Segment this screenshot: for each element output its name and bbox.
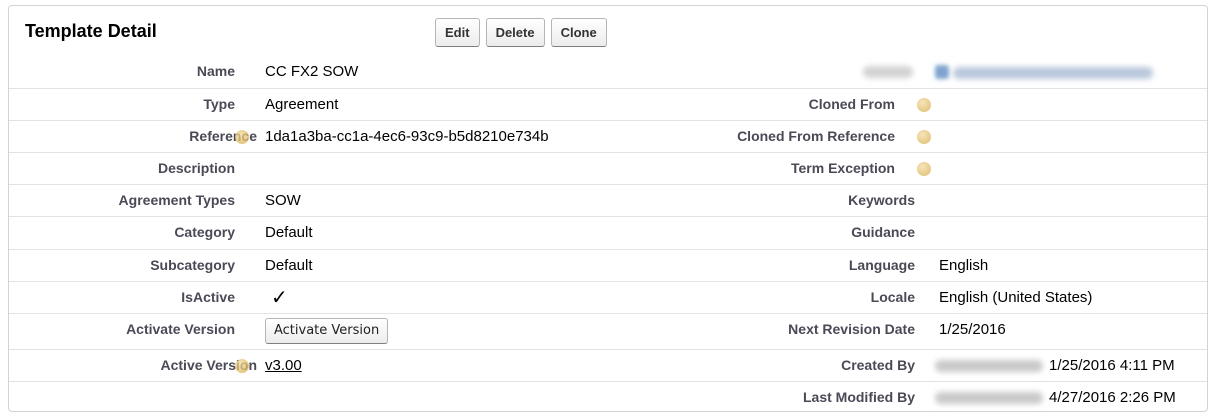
agreement-types-label: Agreement Types: [118, 192, 235, 209]
term-exception-label: Term Exception: [791, 160, 895, 177]
field-row-category: Category Default Guidance: [9, 216, 1207, 248]
isactive-label: IsActive: [181, 288, 235, 305]
help-icon[interactable]: [917, 130, 931, 145]
active-version-link[interactable]: v3.00: [265, 357, 302, 374]
redacted-value: [953, 67, 1153, 79]
activate-version-label: Activate Version: [126, 320, 235, 337]
template-detail-panel: Template Detail Edit Delete Clone Name C…: [8, 5, 1208, 412]
status-icon: [935, 65, 949, 79]
field-row-name: Name CC FX2 SOW: [9, 56, 1207, 88]
field-row-description: Description Term Exception: [9, 152, 1207, 184]
redacted-user: [935, 359, 1043, 372]
locale-label: Locale: [870, 288, 915, 305]
detail-fields: Name CC FX2 SOW Type Agreement Cloned Fr…: [9, 56, 1207, 411]
field-row-type: Type Agreement Cloned From: [9, 88, 1207, 120]
agreement-types-value: SOW: [265, 192, 301, 210]
field-row-active-version: Active Version v3.00 Created By 1/25/201…: [9, 348, 1207, 381]
category-value: Default: [265, 224, 313, 242]
cloned-from-reference-label: Cloned From Reference: [737, 128, 895, 145]
subcategory-value: Default: [265, 256, 313, 274]
cloned-from-label: Cloned From: [808, 96, 895, 113]
description-label: Description: [157, 160, 235, 177]
modified-date: 4/27/2016 2:26 PM: [1049, 388, 1176, 406]
activate-version-button[interactable]: Activate Version: [265, 317, 389, 344]
redacted-label: [863, 66, 913, 78]
help-icon[interactable]: [917, 98, 931, 113]
field-row-activate-version: Activate Version Activate Version Next R…: [9, 312, 1207, 349]
field-row-isactive: IsActive ✓ Locale English (United States…: [9, 280, 1207, 313]
language-label: Language: [848, 256, 915, 273]
created-by-label: Created By: [841, 356, 915, 373]
clone-button[interactable]: Clone: [550, 18, 607, 47]
delete-button[interactable]: Delete: [485, 18, 545, 47]
next-revision-date-label: Next Revision Date: [788, 320, 915, 337]
language-value: English: [939, 256, 989, 274]
action-buttons: Edit Delete Clone: [435, 18, 607, 47]
created-date: 1/25/2016 4:11 PM: [1049, 356, 1175, 374]
page-title: Template Detail: [25, 21, 157, 41]
locale-value: English (United States): [939, 288, 1093, 306]
field-row-reference: Reference 1da1a3ba-cc1a-4ec6-93c9-b5d821…: [9, 120, 1207, 152]
reference-value: 1da1a3ba-cc1a-4ec6-93c9-b5d8210e734b: [265, 128, 549, 146]
redacted-user: [935, 391, 1043, 404]
name-value: CC FX2 SOW: [265, 63, 359, 80]
help-icon[interactable]: [235, 358, 249, 373]
guidance-label: Guidance: [851, 224, 915, 241]
next-revision-date-value: 1/25/2016: [939, 320, 1006, 338]
help-icon[interactable]: [917, 162, 931, 177]
detail-header: Template Detail Edit Delete Clone: [9, 6, 1207, 56]
type-value: Agreement: [265, 96, 339, 114]
keywords-label: Keywords: [848, 192, 915, 209]
edit-button[interactable]: Edit: [435, 18, 480, 47]
name-label: Name: [196, 63, 235, 79]
type-label: Type: [203, 96, 235, 113]
field-row-agreement-types: Agreement Types SOW Keywords: [9, 184, 1207, 216]
category-label: Category: [174, 224, 235, 241]
field-row-subcategory: Subcategory Default Language English: [9, 248, 1207, 281]
last-modified-by-label: Last Modified By: [802, 388, 915, 405]
subcategory-label: Subcategory: [150, 256, 235, 273]
checkmark-icon: ✓: [271, 286, 288, 309]
field-row-last-modified: Last Modified By 4/27/2016 2:26 PM: [9, 380, 1207, 411]
